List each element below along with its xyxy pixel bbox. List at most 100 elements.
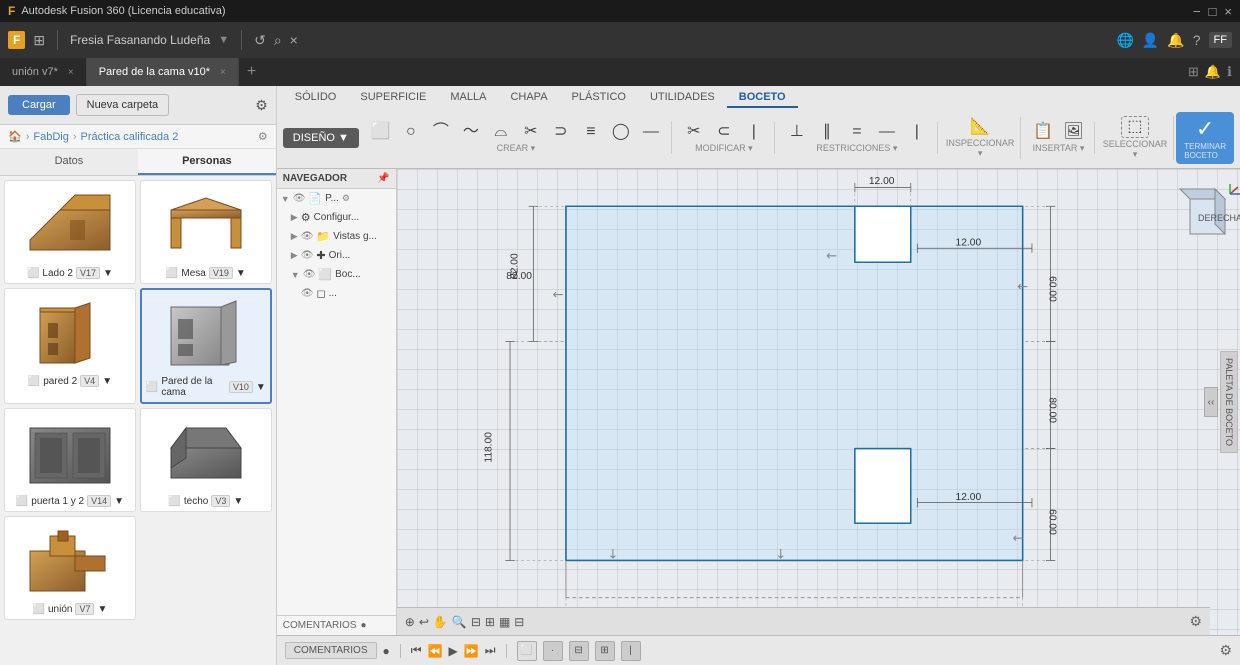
thumb-pared-cama[interactable]: ⬜ Pared de la cama V10 ▼: [140, 288, 272, 404]
tab-pared-close[interactable]: ×: [220, 67, 226, 78]
thumb-mesa[interactable]: ⬜ Mesa V19 ▼: [140, 180, 272, 284]
snap-btn[interactable]: ⬜: [517, 641, 537, 661]
tab-solido[interactable]: SÓLIDO: [283, 88, 349, 108]
globe-icon[interactable]: 🌐: [1116, 32, 1133, 49]
version-arrow[interactable]: ▼: [103, 268, 113, 279]
more-btn[interactable]: |: [621, 641, 641, 661]
load-button[interactable]: Cargar: [8, 95, 70, 115]
tab-pared-cama[interactable]: Pared de la cama v10* ×: [87, 58, 239, 86]
playback-end[interactable]: ⏭: [485, 643, 496, 658]
create-pattern-btn[interactable]: ≡: [577, 122, 605, 142]
new-folder-button[interactable]: Nueva carpeta: [76, 94, 170, 116]
nav-icon-7[interactable]: ▦: [499, 615, 510, 629]
canvas-settings[interactable]: ⚙: [1189, 613, 1202, 630]
nav-icon-1[interactable]: ⊕: [405, 615, 415, 629]
breadcrumb-practica[interactable]: Práctica calificada 2: [81, 131, 179, 143]
insert-btn1[interactable]: 📋: [1029, 122, 1057, 142]
refresh-icon[interactable]: ↺: [254, 32, 266, 49]
thumb-pared2[interactable]: ⬜ pared 2 V4 ▼: [4, 288, 136, 404]
playback-start[interactable]: ⏮: [411, 643, 422, 658]
finish-boceto-button[interactable]: ✓ TERMINAR BOCETO: [1176, 112, 1234, 164]
create-more-btn[interactable]: —: [637, 122, 665, 142]
grid-btn[interactable]: ⊟: [569, 641, 589, 661]
modify-btn3[interactable]: |: [740, 122, 768, 142]
nav-item-config[interactable]: ▶ ⚙ Configur...: [277, 208, 396, 227]
layout-icon[interactable]: ⊞: [1188, 64, 1199, 80]
constraint-btn2[interactable]: ∥: [813, 122, 841, 142]
playback-play[interactable]: ▶: [449, 644, 458, 658]
nav-icon-2[interactable]: ↩: [419, 615, 429, 629]
version-arrow5[interactable]: ▼: [114, 496, 124, 507]
design-dropdown[interactable]: DISEÑO ▼: [283, 128, 359, 148]
panel-settings-button[interactable]: ⚙: [255, 97, 268, 114]
tab-superficie[interactable]: SUPERFICIE: [348, 88, 438, 108]
notification-icon[interactable]: 🔔: [1205, 64, 1221, 80]
nav-eye4[interactable]: 👁: [303, 269, 316, 280]
version-arrow4[interactable]: ▼: [256, 382, 266, 393]
insert-btn2[interactable]: 🖼: [1059, 122, 1087, 142]
version-arrow7[interactable]: ▼: [97, 604, 107, 615]
thumb-lado2[interactable]: ⬜ Lado 2 V17 ▼: [4, 180, 136, 284]
tab-union-close[interactable]: ×: [68, 67, 74, 78]
bottom-settings-icon[interactable]: ⚙: [1219, 642, 1232, 659]
version-arrow3[interactable]: ▼: [102, 376, 112, 387]
tab-plastico[interactable]: PLÁSTICO: [560, 88, 638, 108]
create-trim-btn[interactable]: ✂: [517, 122, 545, 142]
nav-item-vistas[interactable]: ▶ 👁 📁 Vistas g...: [277, 227, 396, 246]
constraint-btn5[interactable]: |: [903, 122, 931, 142]
create-spline-btn[interactable]: 〜: [457, 122, 485, 142]
playback-back[interactable]: ⏪: [428, 644, 443, 658]
constraint-btn3[interactable]: =: [843, 122, 871, 142]
tab-utilidades[interactable]: UTILIDADES: [638, 88, 727, 108]
thumb-union[interactable]: ⬜ unión V7 ▼: [4, 516, 136, 620]
tab-chapa[interactable]: CHAPA: [498, 88, 559, 108]
tab-union[interactable]: unión v7* ×: [0, 58, 87, 86]
version-arrow2[interactable]: ▼: [236, 268, 246, 279]
thumb-techo[interactable]: ⬜ techo V3 ▼: [140, 408, 272, 512]
close-button[interactable]: ×: [1224, 4, 1232, 19]
dim-btn[interactable]: ⊞: [595, 641, 615, 661]
breadcrumb-fabdig[interactable]: FabDig: [33, 131, 68, 143]
tab-boceto[interactable]: BOCETO: [727, 88, 798, 108]
select-btn1[interactable]: ⬚: [1121, 116, 1149, 138]
minimize-button[interactable]: −: [1193, 4, 1201, 19]
grid-icon[interactable]: ⊞: [33, 32, 45, 49]
maximize-button[interactable]: □: [1209, 4, 1217, 19]
breadcrumb-home[interactable]: 🏠: [8, 130, 22, 143]
search-icon[interactable]: ⌕: [274, 32, 282, 49]
close-header-icon[interactable]: ×: [290, 32, 298, 48]
nav-icon-5[interactable]: ⊟: [471, 615, 481, 629]
modify-btn1[interactable]: ✂: [680, 122, 708, 142]
nav-pin-icon[interactable]: 📌: [377, 173, 389, 184]
nav-item-boc[interactable]: ▼ 👁 ⬜ Boc...: [277, 265, 396, 284]
point-btn[interactable]: ·: [543, 641, 563, 661]
thumb-puerta[interactable]: ⬜ puerta 1 y 2 V14 ▼: [4, 408, 136, 512]
create-arc-btn[interactable]: ⌒: [427, 122, 455, 142]
tab-add-button[interactable]: +: [239, 58, 264, 86]
nav-icon-4[interactable]: 🔍: [452, 615, 467, 629]
create-line-btn[interactable]: ⬜: [367, 122, 395, 142]
create-fillet-btn[interactable]: ⌓: [487, 122, 515, 142]
nav-item-root[interactable]: ▼ 👁 📄 P... ⚙: [277, 189, 396, 208]
tab-personas[interactable]: Personas: [138, 149, 276, 175]
dropdown-arrow[interactable]: ▼: [218, 34, 229, 46]
nav-item-sub[interactable]: 👁 ◻ ...: [277, 284, 396, 303]
drawing-canvas[interactable]: DERECHA ‹‹ PALETA DE BOCETO: [397, 169, 1240, 635]
tab-datos[interactable]: Datos: [0, 149, 138, 175]
create-circle-btn[interactable]: ○: [397, 122, 425, 142]
info-icon[interactable]: ℹ: [1227, 64, 1232, 80]
breadcrumb-icon[interactable]: ⚙: [258, 130, 268, 143]
tab-malla[interactable]: MALLA: [438, 88, 498, 108]
nav-eye-icon[interactable]: 👁: [293, 193, 306, 204]
nav-comment-icon[interactable]: ●: [361, 620, 367, 631]
nav-icon-6[interactable]: ⊞: [485, 615, 495, 629]
profile-icon[interactable]: 👤: [1142, 32, 1159, 49]
help-icon[interactable]: ?: [1193, 32, 1201, 48]
create-offset-btn[interactable]: ⊃: [547, 122, 575, 142]
comments-tab[interactable]: COMENTARIOS: [285, 642, 377, 659]
nav-icon-8[interactable]: ⊟: [514, 615, 524, 629]
nav-eye3[interactable]: 👁: [301, 250, 314, 261]
bell-icon[interactable]: 🔔: [1167, 32, 1184, 49]
nav-settings-icon[interactable]: ⚙: [342, 193, 350, 204]
nav-item-ori[interactable]: ▶ 👁 ✚ Ori...: [277, 246, 396, 265]
